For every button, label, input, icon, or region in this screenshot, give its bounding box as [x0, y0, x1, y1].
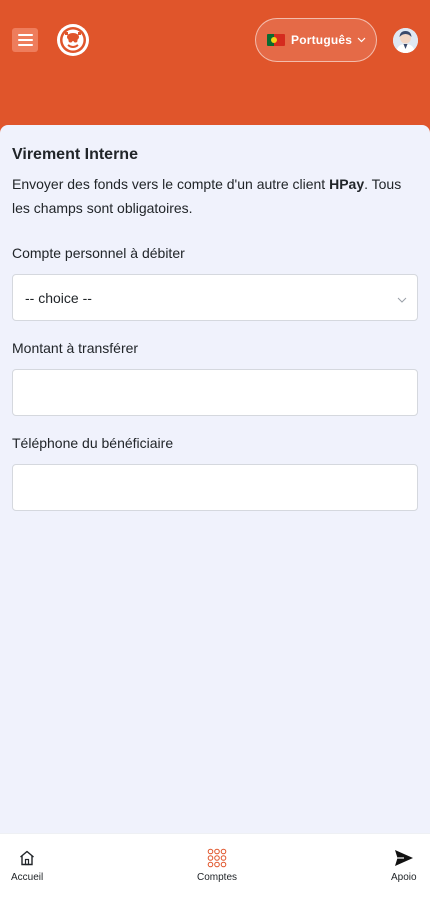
debit-account-select[interactable]: -- choice --	[12, 274, 418, 321]
amount-input[interactable]	[12, 369, 418, 416]
nav-item-apoio[interactable]: Apoio	[391, 848, 417, 883]
nav-item-home[interactable]: Accueil	[11, 848, 43, 883]
language-selector[interactable]: Português	[255, 18, 377, 62]
bottom-navigation: Accueil Comptes Apoio	[0, 833, 430, 900]
app-header: Português	[0, 0, 430, 140]
language-label: Português	[291, 33, 353, 47]
grid-dots-icon	[207, 848, 227, 868]
transfer-form-card: Virement Interne Envoyer des fonds vers …	[0, 125, 430, 833]
send-icon	[394, 848, 414, 868]
amount-field: Montant à transférer	[12, 338, 418, 416]
nav-label-home: Accueil	[11, 872, 44, 883]
phone-label: Téléphone du bénéficiaire	[12, 435, 174, 451]
phone-input[interactable]	[12, 464, 418, 511]
nav-label-apoio: Apoio	[391, 872, 417, 883]
hamburger-icon[interactable]	[12, 28, 38, 52]
form-description: Envoyer des fonds vers le compte d'un au…	[12, 176, 402, 216]
debit-account-value: -- choice --	[25, 289, 92, 306]
chevron-down-icon	[357, 35, 366, 46]
page-title: Virement Interne	[12, 146, 138, 163]
chevron-down-icon	[397, 292, 407, 303]
nav-item-comptes[interactable]: Comptes	[197, 848, 237, 883]
amount-label: Montant à transférer	[12, 340, 139, 356]
debit-account-label: Compte personnel à débiter	[12, 245, 185, 261]
portugal-flag-icon	[267, 34, 285, 46]
debit-account-field: Compte personnel à débiter -- choice --	[12, 243, 418, 321]
brand-logo[interactable]	[56, 23, 90, 57]
nav-label-comptes: Comptes	[197, 872, 238, 883]
home-icon	[17, 848, 37, 868]
user-avatar[interactable]	[393, 28, 418, 53]
phone-field: Téléphone du bénéficiaire	[12, 433, 418, 511]
